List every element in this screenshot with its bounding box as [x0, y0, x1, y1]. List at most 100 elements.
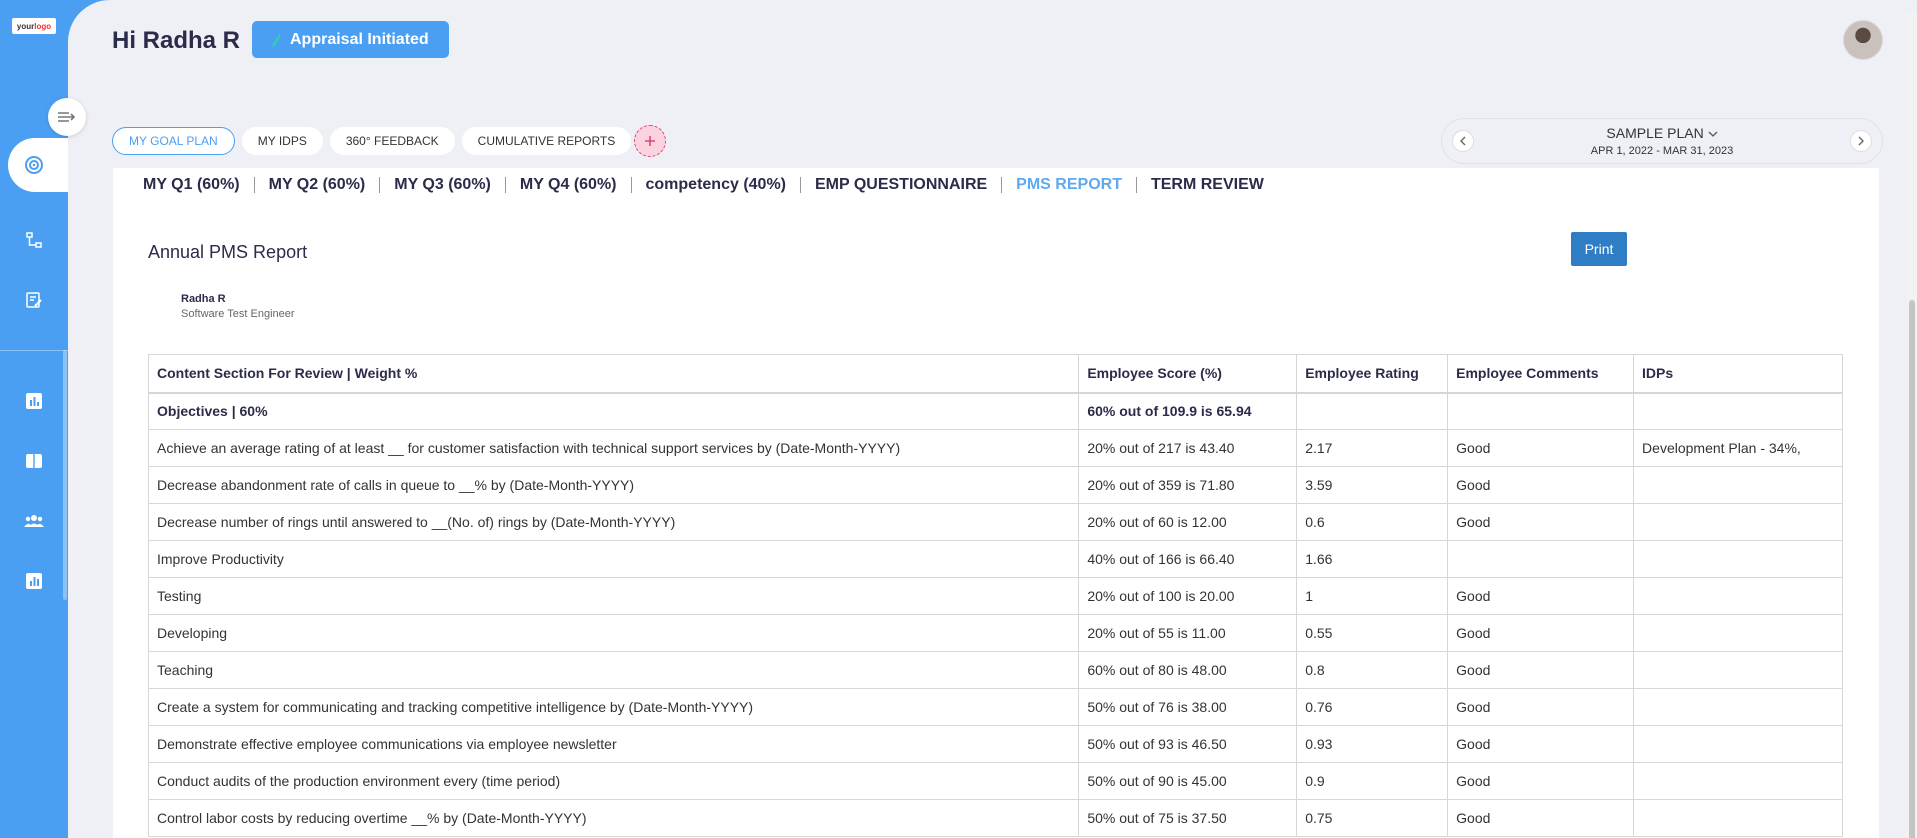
- table-cell: 40% out of 166 is 66.40: [1078, 540, 1298, 578]
- subtab-my-q2[interactable]: MY Q2 (60%): [255, 177, 381, 193]
- table-cell: Testing: [147, 577, 1080, 615]
- table-cell: 0.93: [1296, 725, 1449, 763]
- column-header: Employee Rating: [1296, 354, 1449, 394]
- table-cell: [1633, 614, 1843, 652]
- table-cell: Good: [1447, 429, 1635, 467]
- table-row: Conduct audits of the production environ…: [147, 762, 1843, 800]
- report-chart-icon[interactable]: [22, 569, 46, 593]
- goal-target-icon[interactable]: [22, 153, 46, 177]
- table-cell: 60% out of 109.9 is 65.94: [1078, 392, 1298, 430]
- table-cell: [1633, 651, 1843, 689]
- add-tab-button[interactable]: [634, 125, 666, 157]
- table-cell: [1633, 503, 1843, 541]
- subtab-my-q3[interactable]: MY Q3 (60%): [380, 177, 506, 193]
- table-cell: Good: [1447, 762, 1635, 800]
- table-cell: 20% out of 55 is 11.00: [1078, 614, 1298, 652]
- tab-my-goal-plan[interactable]: MY GOAL PLAN: [112, 127, 235, 155]
- table-cell: [1633, 466, 1843, 504]
- page-scrollbar[interactable]: [1907, 12, 1917, 838]
- table-cell: 50% out of 93 is 46.50: [1078, 725, 1298, 763]
- table-cell: Improve Productivity: [147, 540, 1080, 578]
- column-header: IDPs: [1633, 354, 1843, 394]
- table-cell: [1447, 392, 1635, 430]
- table-row: Create a system for communicating and tr…: [147, 688, 1843, 726]
- table-cell: Good: [1447, 688, 1635, 726]
- table-cell: Decrease abandonment rate of calls in qu…: [147, 466, 1080, 504]
- sidebar-scrollbar[interactable]: [63, 350, 67, 600]
- avatar[interactable]: [1843, 20, 1883, 60]
- table-cell: [1633, 688, 1843, 726]
- column-header: Content Section For Review | Weight %: [147, 354, 1080, 394]
- table-cell: 3.59: [1296, 466, 1449, 504]
- subtab-term-review[interactable]: TERM REVIEW: [1137, 177, 1278, 193]
- company-logo: your logo: [12, 18, 56, 34]
- subtab-competency[interactable]: competency (40%): [632, 177, 801, 193]
- book-icon[interactable]: [22, 449, 46, 473]
- table-cell: Create a system for communicating and tr…: [147, 688, 1080, 726]
- table-cell: 60% out of 80 is 48.00: [1078, 651, 1298, 689]
- sidebar-divider: [0, 350, 68, 351]
- table-row: Developing 20% out of 55 is 11.00 0.55 Good: [147, 614, 1843, 652]
- table-cell: 20% out of 359 is 71.80: [1078, 466, 1298, 504]
- table-cell: 0.8: [1296, 651, 1449, 689]
- table-row: Improve Productivity 40% out of 166 is 66…: [147, 540, 1843, 578]
- table-row: Testing 20% out of 100 is 20.00 1 Good: [147, 577, 1843, 615]
- greeting: Hi Radha R: [112, 27, 241, 54]
- org-tree-icon[interactable]: [22, 228, 46, 252]
- table-cell: 50% out of 76 is 38.00: [1078, 688, 1298, 726]
- table-body: Objectives | 60% 60% out of 109.9 is 65.9…: [147, 392, 1843, 837]
- table-cell: 20% out of 217 is 43.40: [1078, 429, 1298, 467]
- table-cell: 2.17: [1296, 429, 1449, 467]
- team-icon[interactable]: [22, 509, 46, 533]
- table-cell: 0.76: [1296, 688, 1449, 726]
- table-row: Achieve an average rating of at least __…: [147, 429, 1843, 467]
- report-title: Annual PMS Report: [148, 242, 308, 262]
- tab-360-feedback[interactable]: 360° FEEDBACK: [329, 127, 455, 155]
- print-button[interactable]: Print: [1571, 232, 1627, 266]
- table-cell: 1.66: [1296, 540, 1449, 578]
- table-cell: 50% out of 90 is 45.00: [1078, 762, 1298, 800]
- plan-selector: SAMPLE PLAN APR 1, 2022 - MAR 31, 2023: [1441, 118, 1883, 164]
- table-cell: Conduct audits of the production environ…: [147, 762, 1080, 800]
- plan-dates: APR 1, 2022 - MAR 31, 2023: [1590, 145, 1734, 157]
- table-cell: 1: [1296, 577, 1449, 615]
- subtab-emp-questionnaire[interactable]: EMP QUESTIONNAIRE: [801, 177, 1003, 193]
- table-row: Demonstrate effective employee communica…: [147, 725, 1843, 763]
- table-cell: [1633, 762, 1843, 800]
- table-row: Control labor costs by reducing overtime…: [147, 799, 1843, 837]
- pencil-icon: [272, 33, 281, 47]
- table-cell: Good: [1447, 503, 1635, 541]
- table-row: Teaching 60% out of 80 is 48.00 0.8 Good: [147, 651, 1843, 689]
- table-cell: Decrease number of rings until answered …: [147, 503, 1080, 541]
- tab-cumulative-reports[interactable]: CUMULATIVE REPORTS: [461, 127, 632, 155]
- column-header: Employee Comments: [1447, 354, 1635, 394]
- chevron-right-icon[interactable]: [1850, 130, 1872, 152]
- table-cell: Good: [1447, 466, 1635, 504]
- document-edit-icon[interactable]: [22, 288, 46, 312]
- appraisal-status-button[interactable]: Appraisal Initiated: [252, 21, 449, 58]
- table-cell: Teaching: [147, 651, 1080, 689]
- section-header-row: Objectives | 60% 60% out of 109.9 is 65.9…: [147, 392, 1843, 430]
- collapse-arrow-icon[interactable]: [48, 98, 86, 136]
- plus-icon: [645, 136, 655, 146]
- table-cell: Development Plan - 34%,: [1633, 429, 1843, 467]
- table-cell: [1633, 392, 1843, 430]
- subtab-my-q4[interactable]: MY Q4 (60%): [506, 177, 632, 193]
- table-cell: Good: [1447, 577, 1635, 615]
- plan-name-dropdown[interactable]: SAMPLE PLAN: [1442, 125, 1882, 141]
- table-cell: Objectives | 60%: [147, 392, 1080, 430]
- tab-my-idps[interactable]: MY IDPS: [241, 127, 323, 155]
- subtabs: MY Q1 (60%) MY Q2 (60%) MY Q3 (60%) MY Q…: [143, 177, 1278, 193]
- bar-chart-icon[interactable]: [22, 389, 46, 413]
- table-cell: Demonstrate effective employee communica…: [147, 725, 1080, 763]
- scrollbar-thumb[interactable]: [1909, 300, 1915, 838]
- table-cell: [1633, 540, 1843, 578]
- main-tabs: MY GOAL PLAN MY IDPS 360° FEEDBACK CUMUL…: [112, 127, 632, 155]
- table-cell: [1447, 540, 1635, 578]
- column-header: Employee Score (%): [1078, 354, 1298, 394]
- employee-name: Radha R: [181, 293, 226, 305]
- table-header-row: Content Section For Review | Weight % Em…: [147, 354, 1843, 394]
- table-cell: 20% out of 60 is 12.00: [1078, 503, 1298, 541]
- subtab-my-q1[interactable]: MY Q1 (60%): [143, 177, 255, 193]
- subtab-pms-report[interactable]: PMS REPORT: [1002, 177, 1137, 193]
